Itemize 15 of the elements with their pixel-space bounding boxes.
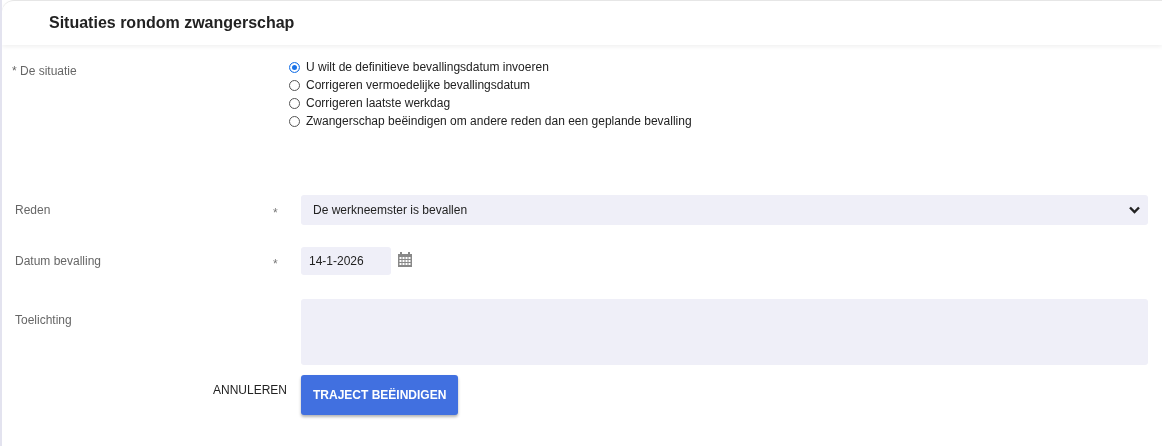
field-label: Reden [14, 203, 52, 217]
field-label: Datum bevalling [14, 254, 103, 268]
radio-option[interactable]: Zwangerschap beëindigen om andere reden dan een geplande bevalling [289, 112, 692, 130]
required-mark: * [273, 206, 278, 220]
submit-button[interactable]: TRAJECT BEËINDIGEN [301, 375, 459, 415]
field-label: Toelichting [14, 312, 73, 327]
cancel-button[interactable]: ANNULEREN [2, 375, 301, 397]
date-field[interactable]: 14-1-2026 [301, 247, 391, 275]
radio-option[interactable]: Corrigeren laatste werkdag [289, 94, 692, 112]
select-field[interactable]: De werkneemster is bevallen [301, 195, 1148, 225]
radio-option[interactable]: Corrigeren vermoedelijke bevallingsdatum [289, 76, 692, 94]
field-label: * De situatie [11, 63, 78, 80]
section-title: Situaties rondom zwangerschap [49, 14, 295, 32]
radio-option[interactable]: U wilt de definitieve bevallingsdatum invoeren [289, 58, 692, 76]
required-mark: * [273, 257, 278, 271]
